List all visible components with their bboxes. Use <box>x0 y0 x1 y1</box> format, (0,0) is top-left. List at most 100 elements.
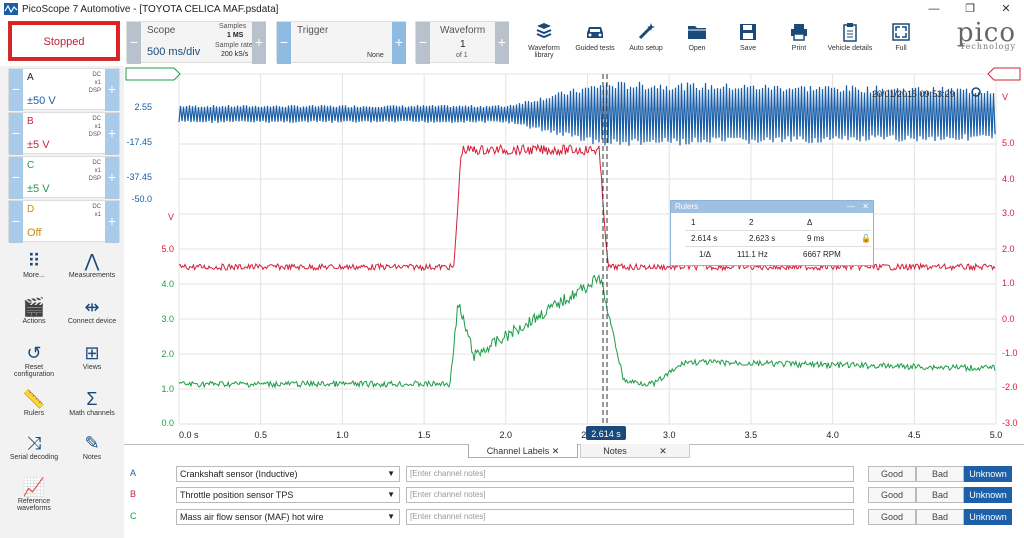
channel-b-increase-button[interactable]: + <box>105 113 119 155</box>
trigger-prev-button[interactable]: − <box>277 22 291 64</box>
chevron-down-icon: ▼ <box>387 490 395 499</box>
views-button[interactable]: ⊞ Views <box>62 342 122 372</box>
timebase-increase-button[interactable]: + <box>252 22 266 64</box>
channel-a-increase-button[interactable]: + <box>105 69 119 111</box>
channel-d-increase-button[interactable]: + <box>105 201 119 243</box>
notes-button[interactable]: ✎ Notes <box>62 432 122 462</box>
row-a-unknown-button[interactable]: Unknown <box>964 466 1012 482</box>
right-c-tick-label: -2.0 <box>1002 382 1018 392</box>
vehicle-details-button[interactable]: Vehicle details <box>826 22 874 52</box>
right-c-tick-label: -1.0 <box>1002 348 1018 358</box>
lock-icon[interactable]: 🔓 <box>861 231 871 247</box>
row-a-channel: A <box>130 468 137 478</box>
minimize-button[interactable]: — <box>916 0 952 18</box>
math-channels-button[interactable]: Σ Math channels <box>62 388 122 418</box>
right-c-tick-label: -3.0 <box>1002 418 1018 428</box>
open-button[interactable]: Open <box>673 22 721 52</box>
row-c-bad-button[interactable]: Bad <box>916 509 964 525</box>
more-button[interactable]: ⠿ More... <box>4 250 64 280</box>
row-c-label-select[interactable]: Mass air flow sensor (MAF) hot wire ▼ <box>176 509 400 525</box>
channel-d-control[interactable]: − D Off DC x1 + <box>8 200 120 243</box>
waveform-library-button[interactable]: Waveform library <box>520 22 568 59</box>
waveform-library-label: Waveform library <box>528 45 560 59</box>
waveform-prev-button[interactable]: − <box>416 22 430 64</box>
tab-notes[interactable]: Notes ✕ <box>580 444 690 458</box>
row-c-channel: C <box>130 511 137 521</box>
channel-a-range[interactable]: ±50 V <box>27 95 56 107</box>
auto-setup-button[interactable]: Auto setup <box>622 22 670 52</box>
row-c-notes-input[interactable]: [Enter channel notes] <box>406 509 854 525</box>
row-b-good-button[interactable]: Good <box>868 487 916 503</box>
channel-a-control[interactable]: − A ±50 V DC x1 DSP + <box>8 68 120 111</box>
sample-rate-label: Sample rate <box>215 42 253 49</box>
measurements-button[interactable]: ⋀ Measurements <box>62 250 122 280</box>
run-stop-button[interactable]: Stopped <box>8 21 120 61</box>
trigger-next-button[interactable]: + <box>392 22 406 64</box>
actions-button[interactable]: 🎬 Actions <box>4 296 64 326</box>
trigger-mode[interactable]: None <box>367 52 384 59</box>
auto-setup-label: Auto setup <box>629 45 663 52</box>
channel-b-decrease-button[interactable]: − <box>9 113 23 155</box>
timebase-decrease-button[interactable]: − <box>127 22 141 64</box>
timebase-value[interactable]: 500 ms/div <box>147 46 200 58</box>
row-c-unknown-button[interactable]: Unknown <box>964 509 1012 525</box>
rulers-close-button[interactable]: ✕ <box>862 201 869 213</box>
channel-a-tick-label: -50.0 <box>131 194 152 204</box>
rulers-window[interactable]: Rulers — ✕ 1 2 Δ 2.614 s 2.623 s 9 ms 🔓 … <box>670 200 874 266</box>
row-a-label-select[interactable]: Crankshaft sensor (Inductive) ▼ <box>176 466 400 482</box>
reference-waveforms-button[interactable]: 📈 Reference waveforms <box>4 476 64 513</box>
rulers-button[interactable]: 📏 Rulers <box>4 388 64 418</box>
row-b-unknown-button[interactable]: Unknown <box>964 487 1012 503</box>
channel-c-range[interactable]: ±5 V <box>27 183 50 195</box>
channel-b-control[interactable]: − B ±5 V DC x1 DSP + <box>8 112 120 155</box>
measurements-icon: ⋀ <box>84 250 100 271</box>
sample-rate-value[interactable]: 200 kS/s <box>221 51 248 58</box>
channel-a-meta: DC x1 DSP <box>88 72 101 94</box>
reset-configuration-button[interactable]: ↺ Reset configuration <box>4 342 64 379</box>
scope-label: Scope <box>147 25 176 36</box>
right-unit-label: V <box>1002 92 1008 102</box>
save-icon <box>740 24 756 40</box>
waveform-next-button[interactable]: + <box>495 22 509 64</box>
timestamp-label: 20/01/2015 09:53:29 <box>872 89 955 99</box>
channel-c-control[interactable]: − C ±5 V DC x1 DSP + <box>8 156 120 199</box>
maximize-button[interactable]: ❐ <box>952 0 988 18</box>
channel-b-range[interactable]: ±5 V <box>27 139 50 151</box>
serial-decoding-button[interactable]: ⤨ Serial decoding <box>4 432 64 462</box>
channel-d-range[interactable]: Off <box>27 227 41 239</box>
scope-plot-canvas[interactable]: 0.0 s0.51.01.52.02.53.03.54.04.55.022.55… <box>124 66 1024 444</box>
channel-c-decrease-button[interactable]: − <box>9 157 23 199</box>
row-c-good-button[interactable]: Good <box>868 509 916 525</box>
row-a-good-button[interactable]: Good <box>868 466 916 482</box>
rulers-freq-label: 1/Δ <box>699 250 712 259</box>
channel-d-decrease-button[interactable]: − <box>9 201 23 243</box>
save-button[interactable]: Save <box>724 22 772 52</box>
close-button[interactable]: ✕ <box>988 0 1024 18</box>
rulers-minimize-button[interactable]: — <box>847 201 855 213</box>
connect-device-button[interactable]: ⇹ Connect device <box>62 296 122 326</box>
logo-subtext: Technology <box>959 42 1016 51</box>
tab-channel-labels[interactable]: Channel Labels ✕ <box>468 444 578 458</box>
guided-tests-label: Guided tests <box>575 45 615 52</box>
row-b-label-select[interactable]: Throttle position sensor TPS ▼ <box>176 487 400 503</box>
waveform-current[interactable]: 1 <box>460 39 466 50</box>
full-screen-button[interactable]: Full <box>877 22 925 52</box>
rulers-title: Rulers <box>675 202 699 211</box>
channel-c-meta: DC x1 DSP <box>88 160 101 182</box>
samples-value[interactable]: 1 MS <box>227 32 243 39</box>
picoscope-app-icon <box>4 3 18 15</box>
channel-row-c: C Mass air flow sensor (MAF) hot wire ▼ [… <box>124 508 1024 526</box>
scope-plot[interactable]: 0.0 s0.51.01.52.02.53.03.54.04.55.022.55… <box>124 66 1024 444</box>
channel-d-letter: D <box>27 204 35 215</box>
x-tick-label: 2.0 <box>500 430 513 440</box>
channel-a-decrease-button[interactable]: − <box>9 69 23 111</box>
channel-c-increase-button[interactable]: + <box>105 157 119 199</box>
row-b-bad-button[interactable]: Bad <box>916 487 964 503</box>
row-a-bad-button[interactable]: Bad <box>916 466 964 482</box>
row-a-notes-input[interactable]: [Enter channel notes] <box>406 466 854 482</box>
row-b-notes-input[interactable]: [Enter channel notes] <box>406 487 854 503</box>
x-tick-label: 1.0 <box>336 430 349 440</box>
x-tick-label: 3.0 <box>663 430 676 440</box>
print-button[interactable]: Print <box>775 22 823 52</box>
guided-tests-button[interactable]: Guided tests <box>571 22 619 52</box>
